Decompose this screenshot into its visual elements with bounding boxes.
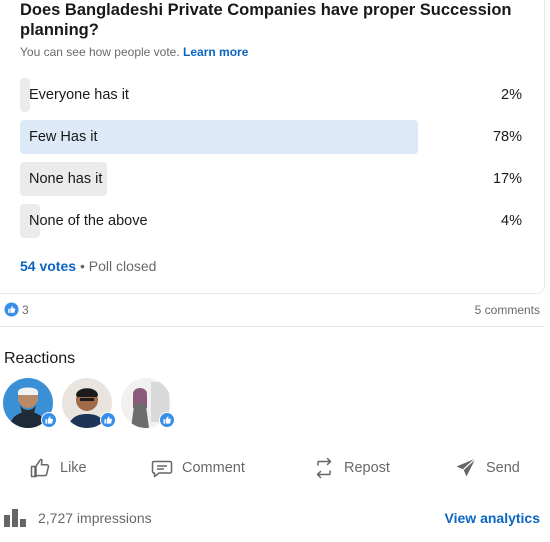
poll-option-percent: 78% [492, 129, 522, 145]
like-badge-icon [41, 412, 57, 428]
repost-icon [316, 457, 332, 479]
poll-option-percent: 17% [492, 171, 522, 187]
repost-button-label: Repost [344, 460, 390, 476]
poll-option-percent: 2% [501, 87, 522, 103]
votes-count-link[interactable]: 54 votes [20, 258, 76, 274]
poll-option-label: None has it [29, 171, 103, 187]
comments-count-link[interactable]: 5 comments [475, 303, 540, 317]
visibility-text: You can see how people vote. [20, 45, 180, 59]
poll-option-none-of-the-above[interactable]: None of the above 4% [20, 204, 530, 238]
divider [0, 326, 545, 327]
poll-option-label: Few Has it [29, 129, 98, 145]
impressions-count: 2,727 impressions [38, 510, 152, 526]
like-badge-icon [159, 412, 175, 428]
repost-button[interactable]: Repost [312, 448, 390, 488]
analytics-bar: 2,727 impressions View analytics [0, 505, 545, 531]
like-button[interactable]: Like [28, 448, 87, 488]
poll-question: Does Bangladeshi Private Companies have … [20, 1, 512, 39]
like-badge-icon [100, 412, 116, 428]
poll-visibility-note: You can see how people vote. Learn more [20, 45, 248, 59]
comment-icon [151, 460, 173, 478]
like-button-label: Like [60, 460, 87, 476]
social-counts: 3 5 comments [0, 300, 545, 322]
like-reaction-icon[interactable] [4, 302, 19, 317]
send-button-label: Send [486, 460, 520, 476]
send-button[interactable]: Send [454, 448, 520, 488]
poll-option-none-has-it[interactable]: None has it 17% [20, 162, 530, 196]
post-action-bar: Like Comment Repost Send [0, 448, 545, 488]
reactor-avatar-2[interactable] [62, 378, 116, 428]
impressions[interactable]: 2,727 impressions [4, 509, 152, 527]
poll-footer: 54 votes • Poll closed [20, 258, 156, 274]
poll-option-percent: 4% [501, 213, 522, 229]
separator-dot: • [79, 258, 85, 274]
thumbs-up-icon [30, 458, 50, 478]
poll-status: Poll closed [88, 258, 157, 274]
bar-chart-icon [4, 509, 26, 527]
learn-more-link[interactable]: Learn more [183, 45, 248, 59]
poll-option-label: None of the above [29, 213, 148, 229]
poll-option-label: Everyone has it [29, 87, 129, 103]
reactions-heading: Reactions [4, 350, 76, 367]
reactor-avatar-1[interactable] [3, 378, 57, 428]
poll-card: Does Bangladeshi Private Companies have … [0, 0, 545, 294]
poll-option-few-has-it[interactable]: Few Has it 78% [20, 120, 530, 154]
like-count[interactable]: 3 [22, 303, 29, 317]
comment-button[interactable]: Comment [150, 448, 245, 488]
send-icon [456, 458, 476, 477]
poll-option-everyone-has-it[interactable]: Everyone has it 2% [20, 78, 530, 112]
view-analytics-link[interactable]: View analytics [445, 510, 540, 526]
reactor-avatar-3[interactable] [121, 378, 175, 428]
comment-button-label: Comment [182, 460, 245, 476]
